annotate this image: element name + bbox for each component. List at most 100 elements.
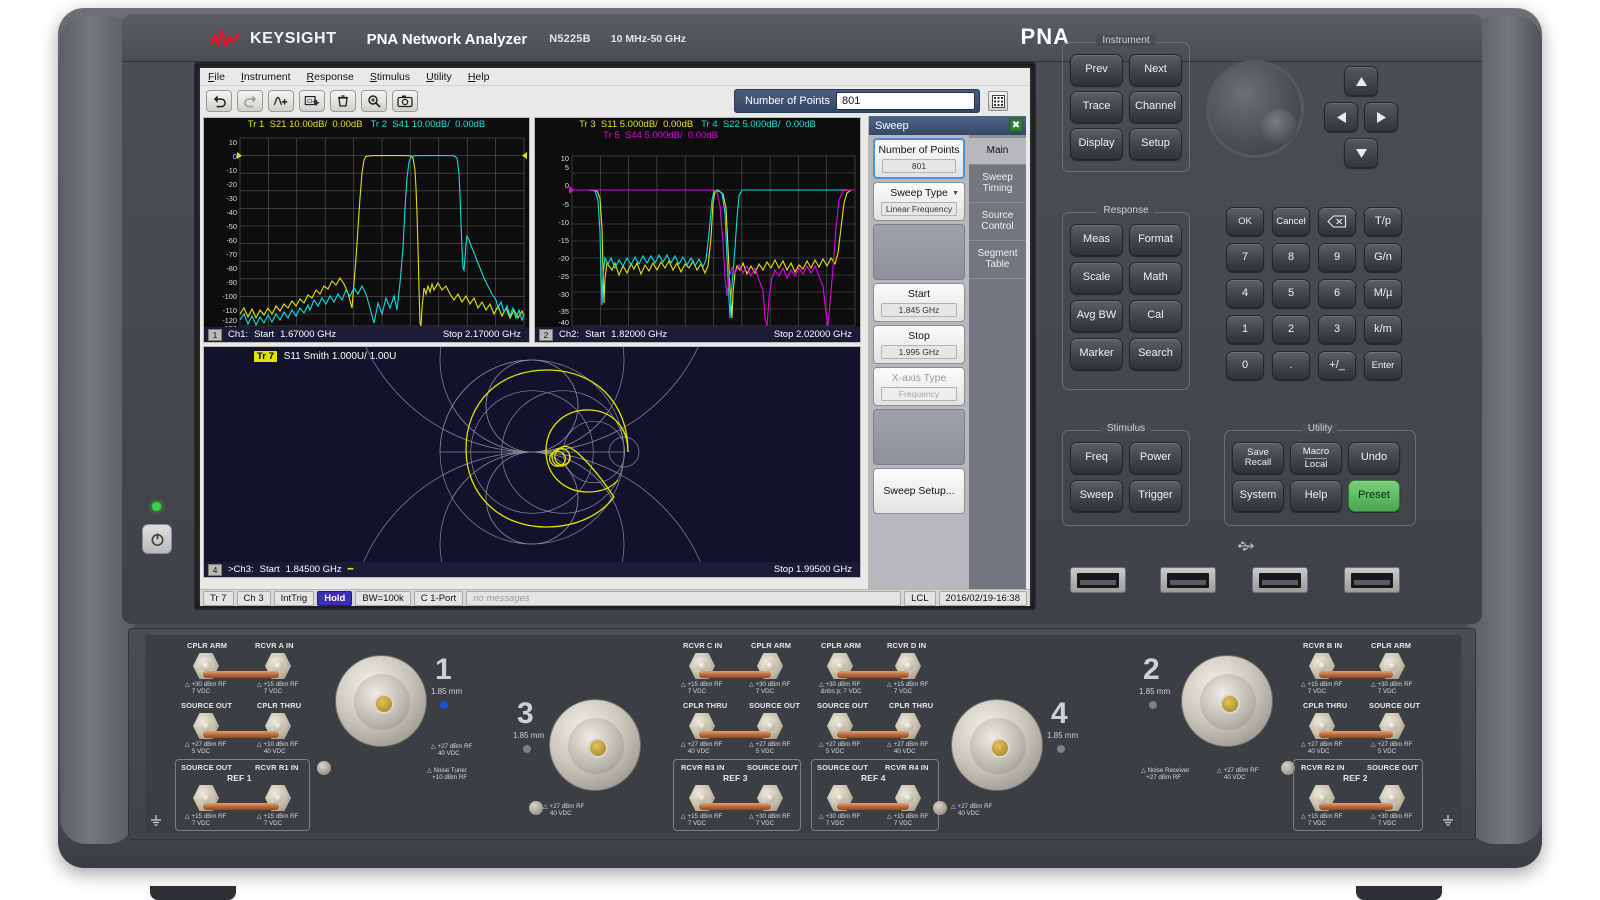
status-trigger[interactable]: IntTrig [273,590,315,606]
right-arrow-icon[interactable] [1364,102,1398,132]
key-save-recall[interactable]: Save Recall [1232,442,1284,474]
key-sweep[interactable]: Sweep [1070,480,1123,512]
softkey-sweep-setup[interactable]: Sweep Setup... [873,468,965,514]
backspace-icon[interactable] [1318,207,1356,236]
zoom-icon[interactable] [361,90,387,112]
rf-port-1[interactable] [335,655,427,747]
add-trace-icon[interactable] [268,90,294,112]
key-trigger[interactable]: Trigger [1129,480,1182,512]
key-avg-bw[interactable]: Avg BW [1070,300,1123,332]
key-4[interactable]: 4 [1226,279,1264,308]
status-cal[interactable]: C 1-Port [413,590,464,606]
key-mega-micro[interactable]: M/µ [1364,279,1402,308]
undo-icon[interactable] [206,90,232,112]
key-5[interactable]: 5 [1272,279,1310,308]
key-help[interactable]: Help [1290,480,1342,512]
key-marker[interactable]: Marker [1070,338,1123,370]
status-channel[interactable]: Ch 3 [236,590,271,606]
menu-utility[interactable]: Utility [426,71,452,83]
p4-rcvr-d-in-label: RCVR D IN [887,641,927,650]
tab-source-control[interactable]: Source Control [969,201,1026,240]
copy-channel-icon[interactable]: CH [299,90,325,112]
usb-port-2[interactable] [1160,567,1216,593]
delete-icon[interactable] [330,90,356,112]
redo-icon[interactable] [237,90,263,112]
menu-instrument[interactable]: Instrument [241,71,291,83]
down-arrow-icon[interactable] [1344,138,1378,168]
key-ok[interactable]: OK [1226,207,1264,236]
up-arrow-icon[interactable] [1344,66,1378,96]
key-9[interactable]: 9 [1318,243,1356,272]
menu-help[interactable]: Help [468,71,490,83]
key-display[interactable]: Display [1070,128,1123,160]
key-1[interactable]: 1 [1226,315,1264,344]
key-prev[interactable]: Prev [1070,54,1123,86]
key-power[interactable]: Power [1129,442,1182,474]
menu-file[interactable]: File [208,71,225,83]
p1-cable-3 [203,803,279,810]
key-2[interactable]: 2 [1272,315,1310,344]
number-of-points-input[interactable]: 801 [835,92,975,110]
close-icon[interactable]: ✖ [1009,118,1023,132]
usb-port-1[interactable] [1070,567,1126,593]
softkey-sweep-type[interactable]: Sweep Type Linear Frequency [873,182,965,221]
key-plus-minus[interactable]: +/_ [1318,351,1356,380]
key-kilo-milli[interactable]: k/m [1364,315,1402,344]
key-cal[interactable]: Cal [1129,300,1182,332]
numeric-keypad-icon[interactable] [988,91,1008,111]
key-0[interactable]: 0 [1226,351,1264,380]
tab-segment-table[interactable]: Segment Table [969,239,1026,278]
key-giga-nano[interactable]: G/n [1364,243,1402,272]
key-6[interactable]: 6 [1318,279,1356,308]
key-channel[interactable]: Channel [1129,91,1182,123]
key-next[interactable]: Next [1129,54,1182,86]
key-system[interactable]: System [1232,480,1284,512]
status-trace[interactable]: Tr 7 [203,590,234,606]
key-macro-local[interactable]: Macro Local [1290,442,1342,474]
key-freq[interactable]: Freq [1070,442,1123,474]
key-search[interactable]: Search [1129,338,1182,370]
tab-main[interactable]: Main [969,138,1026,164]
key-trace[interactable]: Trace [1070,91,1123,123]
plot-window-2[interactable]: Tr 3 S11 5.000dB/ 0.00dB Tr 4 S22 5.000d… [534,117,861,343]
key-preset[interactable]: Preset [1348,480,1400,512]
status-local[interactable]: LCL [904,590,936,606]
tab-sweep-timing[interactable]: Sweep Timing [969,163,1026,202]
screenshot-icon[interactable] [392,90,418,112]
key-format[interactable]: Format [1129,224,1182,256]
rf-port-4[interactable] [951,699,1043,791]
key-setup[interactable]: Setup [1129,128,1182,160]
status-bandwidth[interactable]: BW=100k [355,590,411,606]
key-8[interactable]: 8 [1272,243,1310,272]
plot-window-4-smith[interactable]: Tr 7 S11 Smith 1.000U/ 1.00U 4 >Ch3: Sta… [203,346,861,578]
key-tera-pico[interactable]: T/p [1364,207,1402,236]
key-meas[interactable]: Meas [1070,224,1123,256]
softkey-start[interactable]: Start 1.845 GHz [873,283,965,322]
rf-port-3[interactable] [549,699,641,791]
softkey-stop[interactable]: Stop 1.995 GHz [873,325,965,364]
rf-port-2[interactable] [1181,655,1273,747]
key-7[interactable]: 7 [1226,243,1264,272]
key-cancel[interactable]: Cancel [1272,207,1310,236]
p3-rcvr-r3-in-label: RCVR R3 IN [681,763,725,772]
key-3[interactable]: 3 [1318,315,1356,344]
menu-response[interactable]: Response [307,71,354,83]
power-button[interactable] [142,524,172,554]
key-math[interactable]: Math [1129,262,1182,294]
plot2-start-label: Start [585,329,606,340]
usb-port-4[interactable] [1344,567,1400,593]
number-of-points-field[interactable]: Number of Points 801 [734,89,980,113]
rotary-knob[interactable] [1206,60,1304,158]
status-sweep-state[interactable]: Hold [317,590,353,606]
menu-stimulus[interactable]: Stimulus [370,71,410,83]
key-decimal-point[interactable]: . [1272,351,1310,380]
plot-window-1[interactable]: Tr 1 S21 10.00dB/ 0.00dB Tr 2 S41 10.00d… [203,117,530,343]
left-arrow-icon[interactable] [1324,102,1358,132]
p2-source-out-label: SOURCE OUT [1369,701,1421,710]
key-scale[interactable]: Scale [1070,262,1123,294]
usb-port-3[interactable] [1252,567,1308,593]
softkey-number-of-points[interactable]: Number of Points 801 [873,138,965,179]
key-undo[interactable]: Undo [1348,442,1400,474]
key-enter[interactable]: Enter [1364,351,1402,380]
number-of-points-label: Number of Points [745,95,830,107]
